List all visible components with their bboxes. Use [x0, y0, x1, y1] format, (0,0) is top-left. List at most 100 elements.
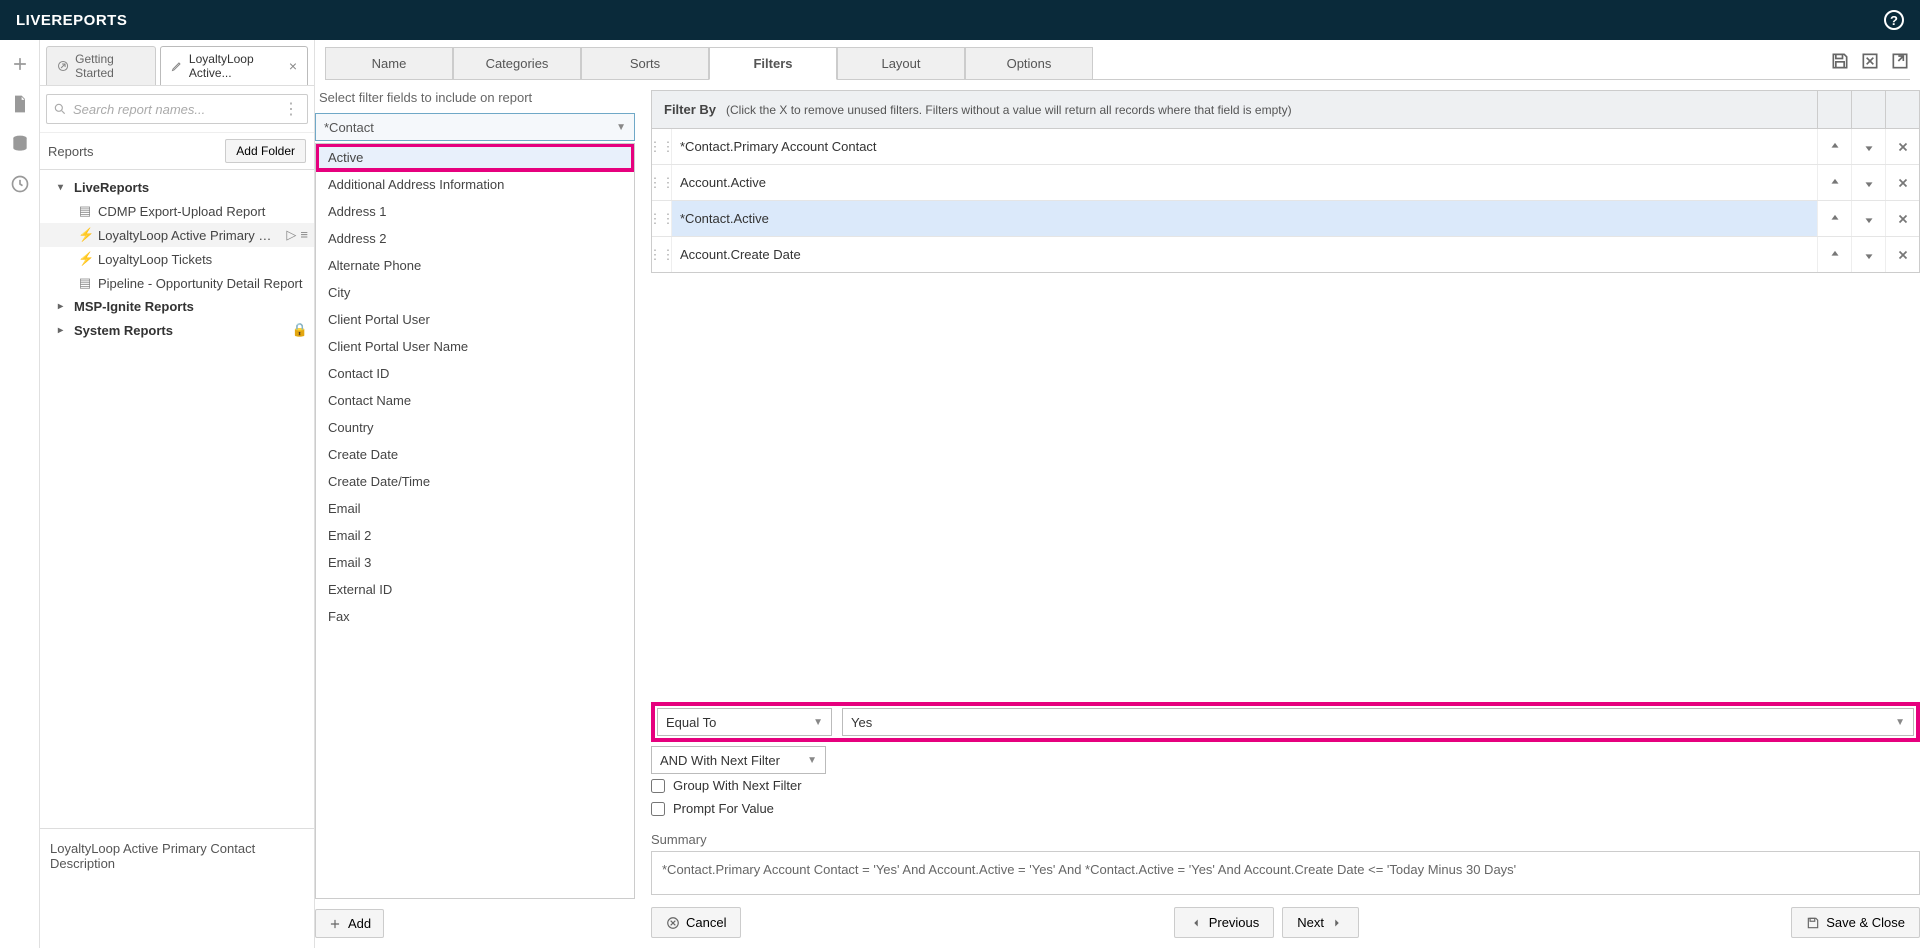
tab-categories[interactable]: Categories: [453, 47, 581, 80]
tab-sorts[interactable]: Sorts: [581, 47, 709, 80]
join-select[interactable]: AND With Next Filter ▼: [651, 746, 826, 774]
remove-x-icon[interactable]: [1860, 51, 1880, 71]
report-item[interactable]: ⚡ LoyaltyLoop Active Primary Con ▷ ≡: [40, 223, 314, 247]
field-item[interactable]: City: [316, 279, 634, 306]
filter-row[interactable]: ⋮⋮*Contact.Active: [652, 201, 1919, 237]
clock-icon[interactable]: [8, 172, 32, 196]
field-item[interactable]: Address 2: [316, 225, 634, 252]
remove-button[interactable]: [1885, 201, 1919, 236]
tab-getting-started[interactable]: Getting Started: [46, 46, 156, 85]
drag-handle-icon[interactable]: ⋮⋮: [652, 165, 672, 200]
field-item[interactable]: Active: [316, 144, 634, 171]
field-item[interactable]: Client Portal User: [316, 306, 634, 333]
operator-value: Equal To: [666, 715, 716, 730]
field-item[interactable]: External ID: [316, 576, 634, 603]
previous-label: Previous: [1209, 915, 1260, 930]
group-next-checkbox[interactable]: [651, 779, 665, 793]
operator-select[interactable]: Equal To ▼: [657, 708, 832, 736]
add-button[interactable]: Add: [315, 909, 384, 938]
save-close-button[interactable]: Save & Close: [1791, 907, 1920, 938]
folder-msp-ignite[interactable]: ▸ MSP-Ignite Reports: [40, 295, 314, 318]
move-up-button[interactable]: [1817, 165, 1851, 200]
save-icon[interactable]: [1830, 51, 1850, 71]
move-up-button[interactable]: [1817, 201, 1851, 236]
move-up-button[interactable]: [1817, 129, 1851, 164]
play-icon[interactable]: ▷: [286, 227, 296, 243]
drag-handle-icon[interactable]: ⋮⋮: [652, 201, 672, 236]
field-item[interactable]: Fax: [316, 603, 634, 630]
search-options-icon[interactable]: ⋮: [281, 99, 301, 119]
move-up-button[interactable]: [1817, 237, 1851, 272]
report-item[interactable]: ⚡ LoyaltyLoop Tickets: [40, 247, 314, 271]
previous-button[interactable]: Previous: [1174, 907, 1275, 938]
bolt-icon: ⚡: [78, 251, 92, 267]
menu-icon[interactable]: ≡: [300, 227, 308, 243]
prompt-checkbox[interactable]: [651, 802, 665, 816]
next-button[interactable]: Next: [1282, 907, 1359, 938]
arrow-circle-icon: [57, 59, 69, 73]
field-category-select[interactable]: *Contact ▼: [315, 113, 635, 141]
remove-button[interactable]: [1885, 129, 1919, 164]
field-item[interactable]: Contact Name: [316, 387, 634, 414]
filter-rows: ⋮⋮*Contact.Primary Account Contact⋮⋮Acco…: [651, 129, 1920, 273]
move-down-button[interactable]: [1851, 129, 1885, 164]
chevron-right-icon: ▸: [58, 301, 68, 312]
tab-loyaltyloop[interactable]: LoyaltyLoop Active... ×: [160, 46, 308, 85]
field-item[interactable]: Create Date: [316, 441, 634, 468]
cancel-label: Cancel: [686, 915, 726, 930]
pencil-icon: [171, 59, 183, 73]
field-list[interactable]: ActiveAdditional Address InformationAddr…: [315, 143, 635, 899]
field-item[interactable]: Alternate Phone: [316, 252, 634, 279]
tab-filters[interactable]: Filters: [709, 47, 837, 80]
plus-icon[interactable]: [8, 52, 32, 76]
field-item[interactable]: Address 1: [316, 198, 634, 225]
filter-row[interactable]: ⋮⋮Account.Active: [652, 165, 1919, 201]
field-item[interactable]: Contact ID: [316, 360, 634, 387]
close-icon[interactable]: ×: [289, 58, 297, 74]
left-rail: [0, 40, 40, 948]
content: Name Categories Sorts Filters Layout Opt…: [315, 40, 1920, 948]
summary-label: Summary: [651, 832, 1920, 847]
report-item[interactable]: ▤ Pipeline - Opportunity Detail Report: [40, 271, 314, 295]
database-icon[interactable]: [8, 132, 32, 156]
field-item[interactable]: Client Portal User Name: [316, 333, 634, 360]
tab-layout[interactable]: Layout: [837, 47, 965, 80]
cancel-button[interactable]: Cancel: [651, 907, 741, 938]
value-select[interactable]: Yes ▼: [842, 708, 1914, 736]
export-icon[interactable]: [1890, 51, 1910, 71]
field-item[interactable]: Email 2: [316, 522, 634, 549]
move-down-button[interactable]: [1851, 165, 1885, 200]
chevron-down-icon: ▼: [616, 122, 626, 133]
folder-system-reports[interactable]: ▸ System Reports 🔒: [40, 318, 314, 342]
field-item[interactable]: Additional Address Information: [316, 171, 634, 198]
value-value: Yes: [851, 715, 872, 730]
drag-handle-icon[interactable]: ⋮⋮: [652, 237, 672, 272]
move-down-button[interactable]: [1851, 237, 1885, 272]
field-item[interactable]: Email: [316, 495, 634, 522]
move-down-button[interactable]: [1851, 201, 1885, 236]
folder-livereports[interactable]: ▾ LiveReports: [40, 176, 314, 199]
report-item[interactable]: ▤ CDMP Export-Upload Report: [40, 199, 314, 223]
drag-handle-icon[interactable]: ⋮⋮: [652, 129, 672, 164]
instruction-text: Select filter fields to include on repor…: [315, 80, 635, 113]
remove-button[interactable]: [1885, 237, 1919, 272]
reports-title: Reports: [48, 144, 94, 159]
file-icon[interactable]: [8, 92, 32, 116]
field-item[interactable]: Country: [316, 414, 634, 441]
group-next-label: Group With Next Filter: [673, 778, 802, 793]
filter-field-name: *Contact.Primary Account Contact: [672, 129, 1817, 164]
remove-button[interactable]: [1885, 165, 1919, 200]
help-icon[interactable]: ?: [1884, 10, 1904, 30]
field-item[interactable]: Email 3: [316, 549, 634, 576]
filter-row[interactable]: ⋮⋮Account.Create Date: [652, 237, 1919, 272]
field-item[interactable]: Create Date/Time: [316, 468, 634, 495]
search-input[interactable]: [67, 102, 281, 117]
tab-options[interactable]: Options: [965, 47, 1093, 80]
tab-name[interactable]: Name: [325, 47, 453, 80]
app-header: LIVEREPORTS ?: [0, 0, 1920, 40]
filter-row[interactable]: ⋮⋮*Contact.Primary Account Contact: [652, 129, 1919, 165]
chevron-right-icon: ▸: [58, 325, 68, 336]
folder-label: System Reports: [74, 323, 173, 338]
filter-by-hint: (Click the X to remove unused filters. F…: [726, 103, 1292, 117]
add-folder-button[interactable]: Add Folder: [225, 139, 306, 163]
